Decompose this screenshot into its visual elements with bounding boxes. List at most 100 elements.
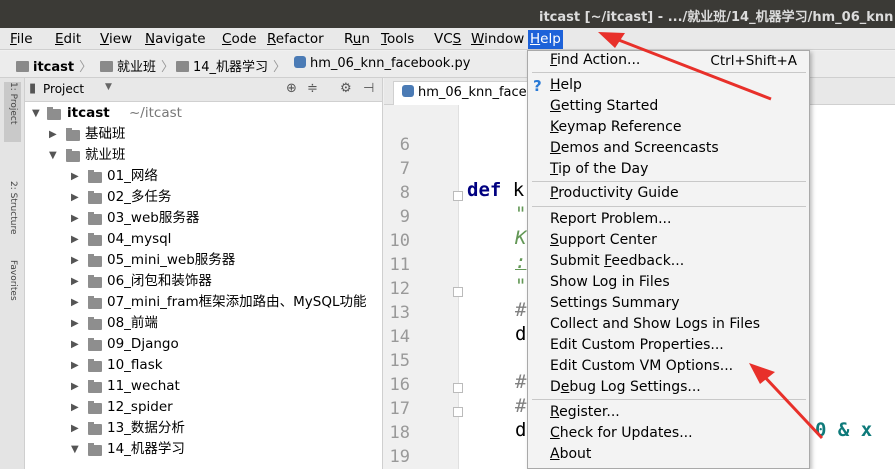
menu-help[interactable]: Help xyxy=(528,30,563,49)
accelerator-letter: W xyxy=(471,31,485,47)
line-number: 14 xyxy=(389,327,410,347)
folder-icon xyxy=(88,296,102,309)
help-menu-item[interactable]: Keymap Reference xyxy=(528,119,809,139)
fold-marker-icon[interactable] xyxy=(453,287,463,297)
help-menu-item[interactable]: Demos and Screencasts xyxy=(528,140,809,160)
menu-edit[interactable]: Edit xyxy=(53,30,83,49)
help-menu-item[interactable]: Tip of the Day xyxy=(528,161,809,181)
help-menu-item[interactable]: Show Log in Files xyxy=(528,274,809,294)
tree-item[interactable]: ▶ 06_闭包和装饰器 xyxy=(25,271,382,292)
help-menu-item[interactable]: Productivity Guide xyxy=(528,185,809,205)
menu-label: Help xyxy=(530,31,561,47)
tree-item[interactable]: ▶ 基础班 xyxy=(25,124,382,145)
collapse-all-icon[interactable]: ≑ xyxy=(307,81,318,96)
expand-arrow-icon[interactable]: ▼ xyxy=(71,439,79,460)
collapse-arrow-icon[interactable]: ▶ xyxy=(71,355,79,376)
menu-code[interactable]: Code xyxy=(220,30,259,49)
breadcrumb-item[interactable]: 就业班〉 xyxy=(100,56,174,75)
collapse-arrow-icon[interactable]: ▶ xyxy=(71,208,79,229)
scroll-from-source-icon[interactable]: ⊕ xyxy=(286,81,297,96)
help-menu-item[interactable]: Settings Summary xyxy=(528,295,809,315)
tree-item[interactable]: ▼ 就业班 xyxy=(25,145,382,166)
help-menu-item-label: Collect and Show Logs in Files xyxy=(550,316,761,332)
project-panel: ▮ Project ▼ ⊕ ≑ ⚙ ⊣ ▼ itcast ~/itcast ▶ 基础班 ▼… xyxy=(25,78,383,469)
project-panel-title[interactable]: Project xyxy=(43,82,84,96)
help-menu-item[interactable]: Debug Log Settings... xyxy=(528,379,809,399)
tree-item[interactable]: ▶ 01_网络 xyxy=(25,166,382,187)
collapse-arrow-icon[interactable]: ▶ xyxy=(71,166,79,187)
collapse-arrow-icon[interactable]: ▶ xyxy=(71,313,79,334)
help-menu-item[interactable]: Collect and Show Logs in Files xyxy=(528,316,809,336)
accelerator-letter: P xyxy=(550,185,559,201)
menu-separator xyxy=(532,72,806,73)
expand-arrow-icon[interactable]: ▼ xyxy=(32,103,40,124)
menu-view[interactable]: View xyxy=(98,30,134,49)
tree-item-label: 就业班 xyxy=(85,147,126,163)
fold-marker-icon[interactable] xyxy=(453,191,463,201)
fold-marker-icon[interactable] xyxy=(453,383,463,393)
help-menu-item[interactable]: Support Center xyxy=(528,232,809,252)
tool-tab-0[interactable]: 1: Project xyxy=(4,82,21,142)
tree-item[interactable]: ▶ 03_web服务器 xyxy=(25,208,382,229)
collapse-arrow-icon[interactable]: ▶ xyxy=(71,292,79,313)
menu-window[interactable]: Window xyxy=(469,30,526,49)
tool-tab-1[interactable]: 2: Structure xyxy=(4,181,21,253)
menu-run[interactable]: Run xyxy=(342,30,372,49)
tree-item[interactable]: ▶ 13_数据分析 xyxy=(25,418,382,439)
help-menu-item[interactable]: Find Action... Ctrl+Shift+A xyxy=(528,52,809,72)
menu-refactor[interactable]: Refactor xyxy=(265,30,326,49)
collapse-arrow-icon[interactable]: ▶ xyxy=(71,271,79,292)
tree-item[interactable]: ▶ 07_mini_fram框架添加路由、MySQL功能 xyxy=(25,292,382,313)
collapse-arrow-icon[interactable]: ▶ xyxy=(71,397,79,418)
editor-tab-label: hm_06_knn_face xyxy=(418,85,527,100)
accelerator-letter: u xyxy=(352,31,362,47)
help-menu-item[interactable]: Getting Started xyxy=(528,98,809,118)
help-menu-item[interactable]: Submit Feedback... xyxy=(528,253,809,273)
tree-root[interactable]: ▼ itcast ~/itcast xyxy=(25,103,382,124)
help-menu-item[interactable]: Check for Updates... xyxy=(528,425,809,445)
help-menu-item[interactable]: Register... xyxy=(528,404,809,424)
collapse-arrow-icon[interactable]: ▶ xyxy=(71,334,79,355)
dropdown-arrow-icon[interactable]: ▼ xyxy=(105,82,112,92)
tree-item-label: 01_网络 xyxy=(107,168,158,184)
breadcrumb-item[interactable]: itcast 〉 xyxy=(16,56,92,75)
collapse-arrow-icon[interactable]: ▶ xyxy=(71,229,79,250)
menu-file[interactable]: File xyxy=(8,30,35,49)
line-number: 11 xyxy=(389,255,410,275)
help-menu-item[interactable]: About xyxy=(528,446,809,466)
gear-icon[interactable]: ⚙ xyxy=(340,81,352,96)
collapse-arrow-icon[interactable]: ▶ xyxy=(71,187,79,208)
collapse-arrow-icon[interactable]: ▶ xyxy=(71,250,79,271)
collapse-arrow-icon[interactable]: ▶ xyxy=(71,418,79,439)
accelerator-letter: V xyxy=(100,31,109,47)
tree-item[interactable]: ▶ 05_mini_web服务器 xyxy=(25,250,382,271)
menu-tools[interactable]: Tools xyxy=(379,30,416,49)
tree-item[interactable]: ▶ 04_mysql xyxy=(25,229,382,250)
tree-item-label: 10_flask xyxy=(107,357,163,373)
tree-item[interactable]: ▶ 02_多任务 xyxy=(25,187,382,208)
hide-panel-icon[interactable]: ⊣ xyxy=(363,81,374,96)
help-menu-item[interactable]: ? Help xyxy=(528,77,809,97)
folder-icon xyxy=(100,61,113,72)
menu-vcs[interactable]: VCS xyxy=(432,30,463,49)
tree-item[interactable]: ▶ 11_wechat xyxy=(25,376,382,397)
collapse-arrow-icon[interactable]: ▶ xyxy=(71,376,79,397)
help-menu-item[interactable]: Edit Custom Properties... xyxy=(528,337,809,357)
help-menu-item[interactable]: Edit Custom VM Options... xyxy=(528,358,809,378)
breadcrumb-separator-icon: 〉 xyxy=(79,60,93,75)
breadcrumb-item[interactable]: hm_06_knn_facebook.py xyxy=(294,56,470,71)
tree-item[interactable]: ▶ 08_前端 xyxy=(25,313,382,334)
help-menu-item[interactable]: Report Problem... xyxy=(528,211,809,231)
expand-arrow-icon[interactable]: ▼ xyxy=(49,145,57,166)
editor-tab-active[interactable]: hm_06_knn_face xyxy=(393,81,536,105)
collapse-arrow-icon[interactable]: ▶ xyxy=(49,124,57,145)
menu-navigate[interactable]: Navigate xyxy=(143,30,208,49)
tree-item-label: 12_spider xyxy=(107,399,173,415)
tree-item[interactable]: ▶ 10_flask xyxy=(25,355,382,376)
tree-item[interactable]: ▼ 14_机器学习 xyxy=(25,439,382,460)
tree-item[interactable]: ▶ 12_spider xyxy=(25,397,382,418)
fold-marker-icon[interactable] xyxy=(453,407,463,417)
tool-tab-2[interactable]: Favorites xyxy=(4,260,21,320)
breadcrumb-item[interactable]: 14_机器学习〉 xyxy=(176,56,286,75)
tree-item[interactable]: ▶ 09_Django xyxy=(25,334,382,355)
